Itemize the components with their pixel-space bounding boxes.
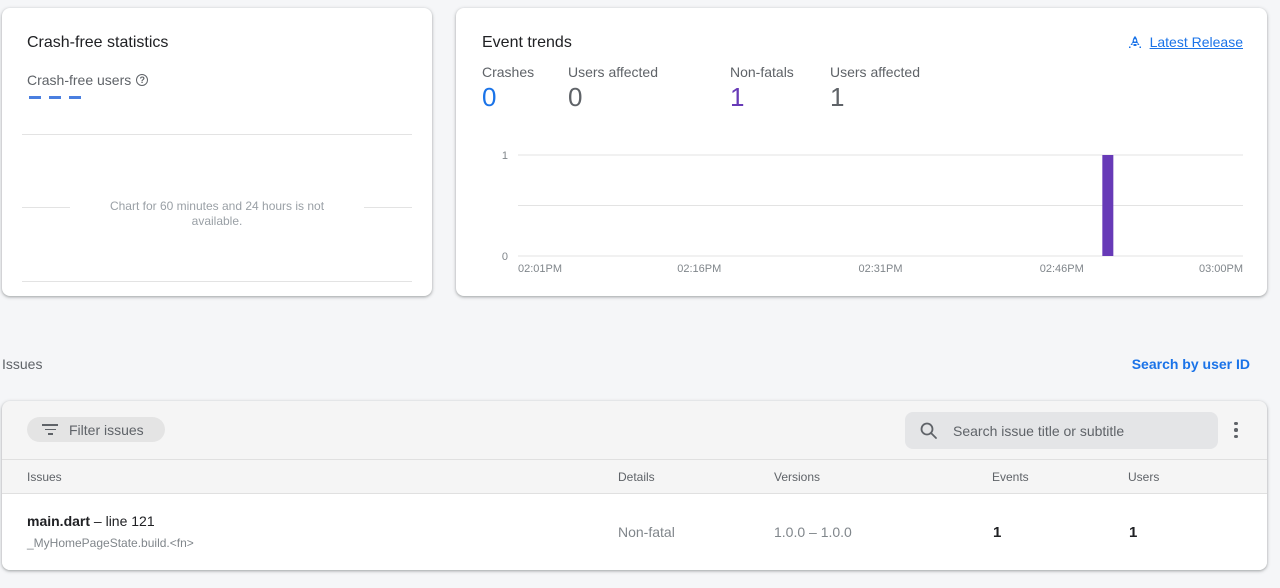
column-header-events[interactable]: Events xyxy=(992,470,1029,484)
y-tick-label: 1 xyxy=(502,150,508,162)
crash-free-users-label: Crash-free users ? xyxy=(27,72,149,88)
stat-value: 0 xyxy=(482,82,497,112)
column-header-issues[interactable]: Issues xyxy=(27,470,62,484)
chart-mid-line-left xyxy=(22,207,70,208)
issue-search-box[interactable] xyxy=(905,412,1218,449)
crash-free-users-text: Crash-free users xyxy=(27,72,132,88)
chart-top-line xyxy=(22,134,412,135)
dash xyxy=(69,96,81,99)
filter-issues-label: Filter issues xyxy=(69,421,144,438)
stat-non-fatals: Non-fatals 1 xyxy=(730,64,794,112)
rocket-icon xyxy=(1128,36,1141,48)
issue-events: 1 xyxy=(993,524,1002,541)
bar-non-fatals xyxy=(1102,155,1114,256)
search-by-user-id-link[interactable]: Search by user ID xyxy=(1132,356,1250,372)
stat-crashes: Crashes 0 xyxy=(482,64,534,112)
crash-free-card: Crash-free statistics Crash-free users ?… xyxy=(2,8,432,296)
stat-label: Non-fatals xyxy=(730,64,794,80)
stat-label: Users affected xyxy=(830,64,921,80)
issue-title[interactable]: main.dart – line 121 xyxy=(27,513,155,529)
dash xyxy=(29,96,41,99)
column-header-details[interactable]: Details xyxy=(618,470,655,484)
event-trends-chart: 0 1 02:01PM 02:16PM 02:31PM 02:46PM 03:00PM xyxy=(502,150,1243,275)
issue-subtitle: _MyHomePageState.build.<fn> xyxy=(27,536,194,550)
issue-file: main.dart xyxy=(27,513,91,529)
crash-free-title: Crash-free statistics xyxy=(27,34,169,51)
latest-release-link[interactable]: Latest Release xyxy=(1128,34,1243,50)
issues-section-label: Issues xyxy=(2,356,43,372)
issues-toolbar: Filter issues xyxy=(2,401,1267,459)
latest-release-text: Latest Release xyxy=(1149,34,1243,50)
chart-bottom-line xyxy=(22,281,412,282)
issue-search-input[interactable] xyxy=(953,422,1213,439)
y-tick-label: 0 xyxy=(502,251,508,263)
x-tick-label: 02:46PM xyxy=(1040,263,1084,275)
x-tick-label: 02:16PM xyxy=(677,263,721,275)
dash xyxy=(49,96,61,99)
column-header-versions[interactable]: Versions xyxy=(774,470,820,484)
filter-icon xyxy=(41,424,59,435)
column-header-users[interactable]: Users xyxy=(1128,470,1159,484)
issues-table-card: Filter issues Issues Details Versions Ev… xyxy=(2,401,1267,570)
stat-value: 0 xyxy=(568,82,583,112)
crash-free-value-placeholder xyxy=(29,96,81,99)
stat-label: Crashes xyxy=(482,64,535,80)
x-tick-label: 02:31PM xyxy=(858,263,902,275)
question-circle-icon[interactable]: ? xyxy=(136,74,149,86)
issue-line: – line 121 xyxy=(90,513,155,529)
x-tick-label: 03:00PM xyxy=(1199,263,1243,275)
chart-mid-line-right xyxy=(364,207,412,208)
issue-users: 1 xyxy=(1129,524,1138,541)
x-tick-label: 02:01PM xyxy=(518,263,562,275)
stat-value: 1 xyxy=(830,82,845,112)
stat-label: Users affected xyxy=(568,64,659,80)
more-options-icon[interactable] xyxy=(1230,419,1242,441)
filter-issues-button[interactable]: Filter issues xyxy=(27,417,165,442)
search-icon xyxy=(920,422,937,439)
event-trends-card: Event trends Latest Release Crashes 0 Us… xyxy=(456,8,1267,296)
table-row[interactable]: main.dart – line 121 _MyHomePageState.bu… xyxy=(2,494,1267,570)
event-trends-title: Event trends xyxy=(482,34,572,51)
issue-versions: 1.0.0 – 1.0.0 xyxy=(774,524,852,540)
stat-value: 1 xyxy=(730,82,745,112)
issue-details: Non-fatal xyxy=(618,524,675,540)
issues-table-header: Issues Details Versions Events Users xyxy=(2,459,1267,494)
chart-unavailable-message: Chart for 60 minutes and 24 hours is not… xyxy=(109,199,325,228)
stat-nonfatal-users-affected: Users affected 1 xyxy=(830,64,920,112)
stat-crash-users-affected: Users affected 0 xyxy=(568,64,658,112)
